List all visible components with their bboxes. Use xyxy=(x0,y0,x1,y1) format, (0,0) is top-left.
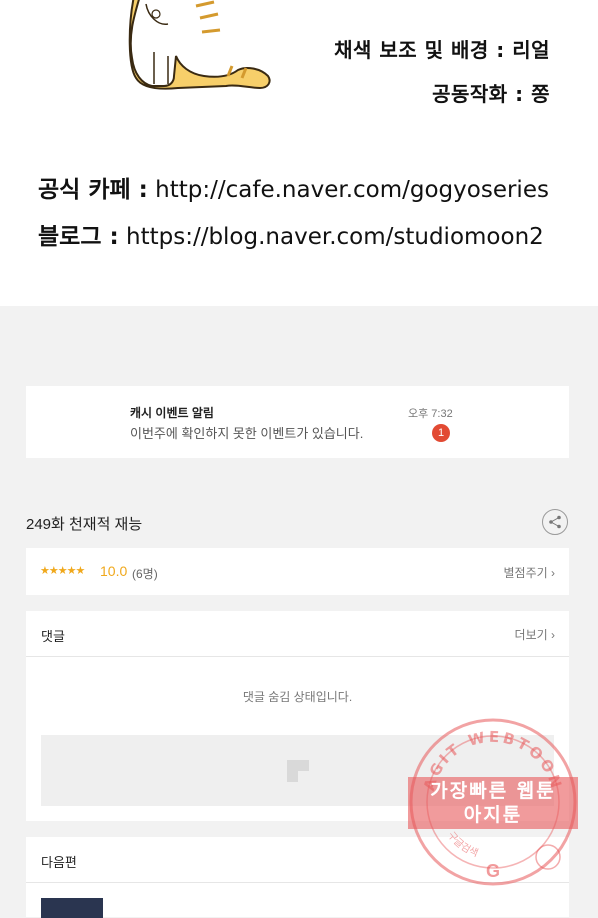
cat-illustration xyxy=(128,0,271,90)
notification-title: 캐시 이벤트 알림 xyxy=(130,406,214,420)
next-episode-thumbnail[interactable] xyxy=(41,898,103,918)
watermark-line2: 아지툰 xyxy=(464,804,522,826)
star-rating-icon: ★★★★★ xyxy=(40,565,85,577)
comments-more-link[interactable]: 더보기 › xyxy=(515,626,555,643)
blog-link-label: 블로그 : xyxy=(38,224,119,250)
watermark-stamp: AGIT WEBTOON 가장빠른 웹툰 아지툰 구글검색 G xyxy=(408,718,578,886)
blog-link-url: https://blog.naver.com/studiomoon2 xyxy=(126,224,544,250)
google-g-icon: G xyxy=(486,861,500,881)
notification-badge: 1 xyxy=(432,424,450,442)
notification-time: 오후 7:32 xyxy=(408,408,453,420)
credit-co-drawing: 공동작화 : 쫑 xyxy=(432,82,550,106)
rating-score: 10.0 xyxy=(100,563,128,579)
comments-heading: 댓글 xyxy=(41,629,65,644)
cafe-link-url: http://cafe.naver.com/gogyoseries xyxy=(155,177,549,203)
image-placeholder-icon xyxy=(287,760,309,782)
rating-count: (6명) xyxy=(132,567,158,581)
watermark-bottom-text: 구글검색 xyxy=(445,830,480,859)
cafe-link-line: 공식 카페 : http://cafe.naver.com/gogyoserie… xyxy=(38,170,549,204)
watermark-small-circle xyxy=(535,844,561,870)
notification-message: 이번주에 확인하지 못한 이벤트가 있습니다. xyxy=(130,426,364,441)
watermark-line1: 가장빠른 웹툰 xyxy=(430,780,556,802)
cash-event-notification[interactable]: 캐시 이벤트 알림 이번주에 확인하지 못한 이벤트가 있습니다. 오후 7:3… xyxy=(26,386,569,458)
comments-header: 댓글 더보기 › xyxy=(26,611,569,657)
cafe-link-label: 공식 카페 : xyxy=(38,177,148,203)
blog-link-line: 블로그 : https://blog.naver.com/studiomoon2 xyxy=(38,217,544,251)
credit-coloring: 채색 보조 및 배경 : 리얼 xyxy=(334,38,550,62)
rating-card: ★★★★★ 10.0 (6명) 별점주기 › xyxy=(26,548,569,595)
comments-hidden-message: 댓글 숨김 상태입니다. xyxy=(242,690,353,704)
share-button[interactable] xyxy=(542,509,568,535)
episode-title: 249화 천재적 재능 xyxy=(26,516,143,533)
comic-end-panel: 채색 보조 및 배경 : 리얼 공동작화 : 쫑 공식 카페 : http://… xyxy=(0,0,598,306)
share-icon xyxy=(549,515,561,529)
next-episode-heading: 다음편 xyxy=(41,855,77,870)
rate-button[interactable]: 별점주기 › xyxy=(504,564,556,581)
